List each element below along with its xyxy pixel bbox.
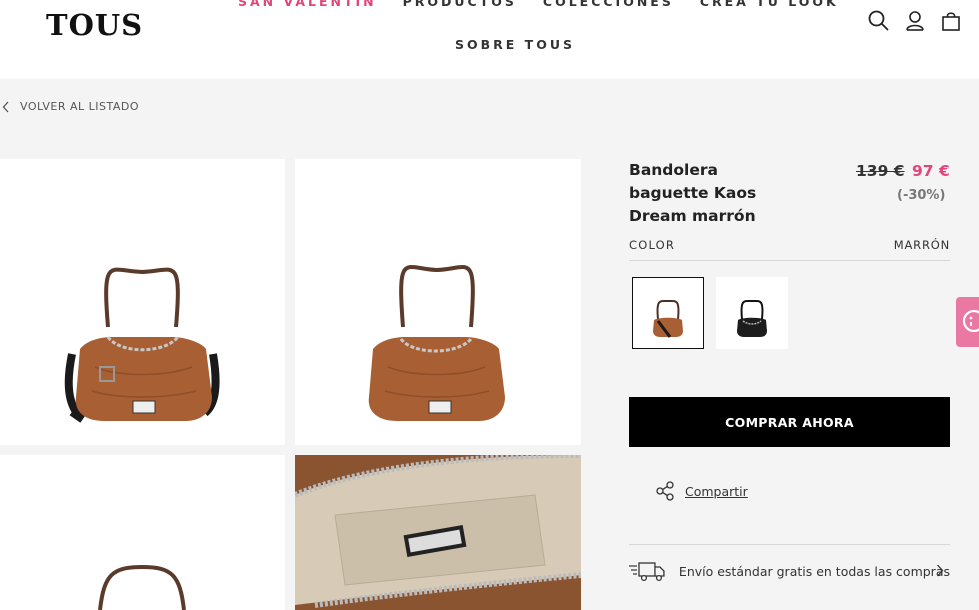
share-link[interactable]: Compartir bbox=[655, 481, 748, 501]
sale-price: 97 € bbox=[912, 162, 950, 180]
color-value: MARRÓN bbox=[893, 238, 950, 252]
search-icon[interactable] bbox=[868, 10, 889, 31]
brand-logo[interactable]: TOUS bbox=[46, 8, 143, 42]
back-to-list-link[interactable]: VOLVER AL LISTADO bbox=[0, 100, 139, 113]
shipping-label: Envío estándar gratis en todas las compr… bbox=[678, 563, 950, 579]
divider bbox=[629, 260, 950, 261]
nav-item-productos[interactable]: PRODUCTOS bbox=[403, 0, 517, 9]
product-name: Bandolera baguette Kaos Dream marrón bbox=[629, 161, 757, 225]
nav-item-crea-tu-look[interactable]: CREA TU LOOK bbox=[700, 0, 839, 9]
discount-badge: (-30%) bbox=[897, 188, 946, 203]
color-label: COLOR bbox=[629, 238, 676, 252]
buy-now-button[interactable]: COMPRAR AHORA bbox=[629, 397, 950, 447]
divider bbox=[629, 544, 950, 545]
back-label: VOLVER AL LISTADO bbox=[20, 100, 140, 113]
shipping-info[interactable]: Envío estándar gratis en todas las compr… bbox=[629, 560, 950, 582]
product-image-4[interactable] bbox=[295, 455, 581, 610]
original-price: 139 € bbox=[856, 162, 905, 180]
color-swatch-negro[interactable] bbox=[716, 277, 788, 349]
user-icon[interactable] bbox=[905, 10, 925, 31]
chevron-left-icon bbox=[2, 101, 9, 112]
product-image-1[interactable] bbox=[0, 159, 285, 445]
delivery-truck-icon bbox=[629, 562, 665, 582]
share-label: Compartir bbox=[685, 483, 748, 499]
color-swatch-marron[interactable] bbox=[632, 277, 704, 349]
bag-icon[interactable] bbox=[941, 11, 961, 31]
share-icon bbox=[656, 481, 674, 501]
site-header: TOUS SAN VALENTÍN PRODUCTOS COLECCIONES … bbox=[0, 0, 979, 79]
nav-item-colecciones[interactable]: COLECCIONES bbox=[543, 0, 674, 9]
nav-item-sobre-tous[interactable]: SOBRE TOUS bbox=[455, 37, 575, 52]
chevron-right-icon bbox=[937, 564, 944, 577]
product-image-2[interactable] bbox=[295, 159, 581, 445]
chat-widget-tab[interactable] bbox=[956, 297, 979, 347]
header-actions bbox=[868, 10, 961, 31]
main-nav: SAN VALENTÍN PRODUCTOS COLECCIONES CREA … bbox=[238, 0, 839, 9]
product-image-3[interactable] bbox=[0, 455, 285, 610]
nav-item-san-valentin[interactable]: SAN VALENTÍN bbox=[238, 0, 377, 9]
chat-icon bbox=[962, 309, 979, 333]
